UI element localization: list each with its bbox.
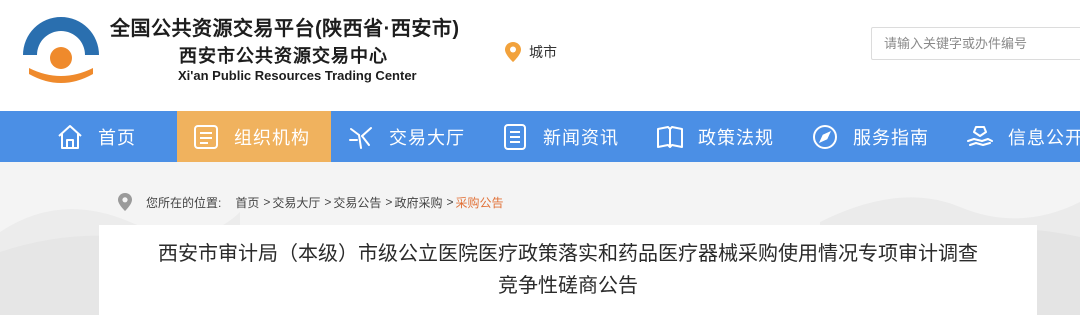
breadcrumb-procurement-announcement[interactable]: 采购公告 [455,194,503,211]
content-area: 您所在的位置: 首页 > 交易大厅 > 交易公告 > 政府采购 > 采购公告 西… [0,162,1080,315]
nav-item-home[interactable]: 首页 [56,111,136,162]
article-title-line1: 西安市审计局（本级）市级公立医院医疗政策落实和药品医疗器械采购使用情况专项审计调… [158,241,978,265]
site-header: 全国公共资源交易平台(陕西省·西安市) 西安市公共资源交易中心 Xi'an Pu… [0,0,1080,111]
home-icon [56,123,84,151]
search-box[interactable] [871,27,1080,60]
nav-item-service-guide[interactable]: 服务指南 [811,111,929,162]
breadcrumb-prefix: 您所在的位置: [146,195,222,210]
nav-label-policy: 政策法规 [698,127,774,149]
location-pin-icon [118,193,132,211]
nav-label-home: 首页 [98,127,136,149]
nav-item-info-disclosure[interactable]: 信息公开 [966,111,1080,162]
hand-icon [966,123,994,151]
nav-item-organization[interactable]: 组织机构 [177,111,331,162]
platform-title: 全国公共资源交易平台(陕西省·西安市) [110,18,460,40]
breadcrumb-home[interactable]: 首页 [235,194,259,211]
breadcrumb-separator: > [385,195,393,209]
center-name-cn: 西安市公共资源交易中心 [179,46,388,66]
article-title: 西安市审计局（本级）市级公立医院医疗政策落实和药品医疗器械采购使用情况专项审计调… [99,237,1037,301]
breadcrumb-trading-hall[interactable]: 交易大厅 [272,194,320,211]
nav-item-trading-hall[interactable]: 交易大厅 [347,111,465,162]
breadcrumb-separator: > [446,195,454,209]
logo-icon[interactable] [19,10,103,94]
breadcrumb-government-procurement[interactable]: 政府采购 [394,194,442,211]
hall-icon [347,123,375,151]
city-selector[interactable]: 城市 [505,42,557,62]
city-label: 城市 [529,44,557,60]
nav-item-policy[interactable]: 政策法规 [656,111,774,162]
breadcrumb-separator: > [263,195,271,209]
document-icon [192,123,220,151]
breadcrumb-trading-announcement[interactable]: 交易公告 [333,194,381,211]
compass-icon [811,123,839,151]
location-pin-icon [505,42,521,62]
article-title-line2: 竞争性磋商公告 [498,273,638,297]
breadcrumb: 您所在的位置: 首页 > 交易大厅 > 交易公告 > 政府采购 > 采购公告 [118,193,503,211]
book-icon [656,123,684,151]
nav-label-news: 新闻资讯 [543,127,619,149]
nav-label-service-guide: 服务指南 [853,127,929,149]
nav-label-organization: 组织机构 [234,127,310,149]
breadcrumb-separator: > [324,195,332,209]
nav-label-trading-hall: 交易大厅 [389,127,465,149]
main-nav: 首页 组织机构 交易大厅 新闻资讯 政策法规 服务指南 信息公开 [0,111,1080,162]
article-card: 西安市审计局（本级）市级公立医院医疗政策落实和药品医疗器械采购使用情况专项审计调… [99,225,1037,315]
search-input[interactable] [872,28,1080,59]
news-icon [501,123,529,151]
center-name-en: Xi'an Public Resources Trading Center [178,68,417,83]
nav-label-info-disclosure: 信息公开 [1008,127,1080,149]
nav-item-news[interactable]: 新闻资讯 [501,111,619,162]
